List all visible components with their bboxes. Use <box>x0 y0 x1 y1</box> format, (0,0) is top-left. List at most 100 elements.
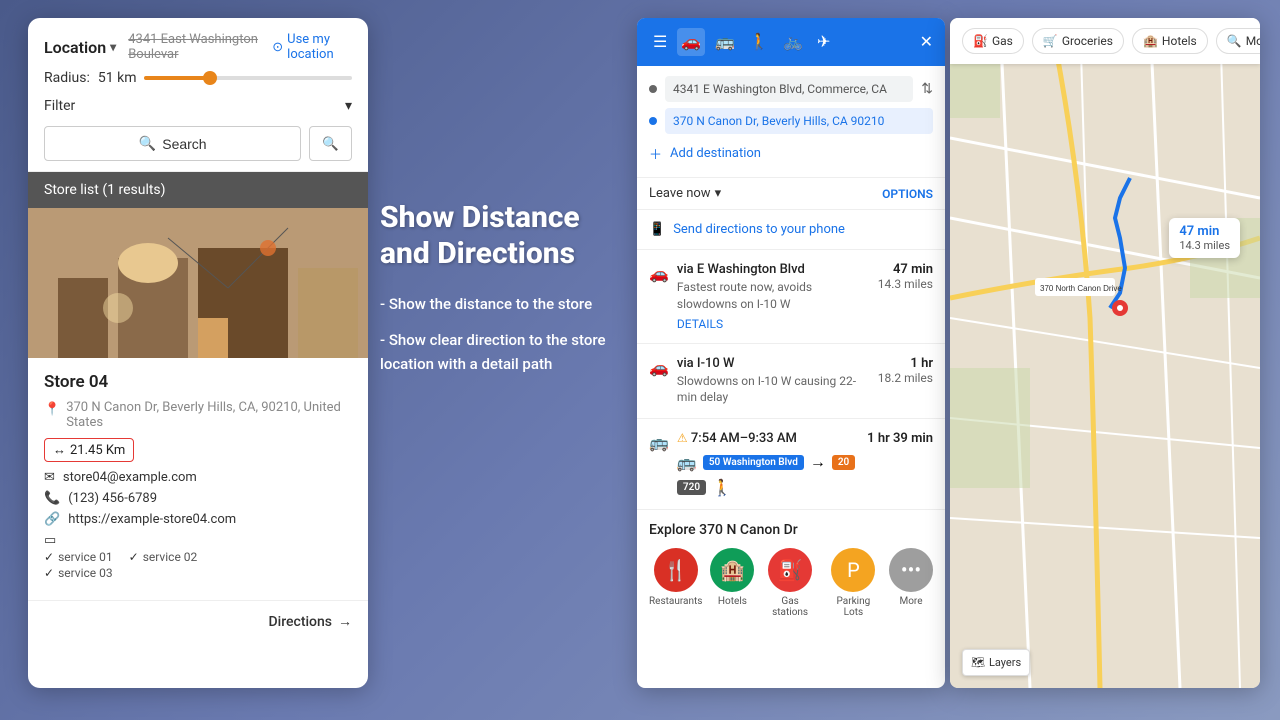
left-panel: Location ▾ 4341 East Washington Boulevar… <box>28 18 368 688</box>
radius-slider[interactable] <box>144 76 352 80</box>
store-phone: 📞 (123) 456-6789 <box>44 491 352 506</box>
gas-label: Gas stations <box>762 596 817 618</box>
filter-dropdown[interactable]: Filter ▾ <box>44 90 352 118</box>
arrow-right-icon: → <box>338 613 352 630</box>
route-header-2: 🚗 via I-10 W Slowdowns on I-10 W causing… <box>649 356 933 407</box>
walk-transit-icon: 🚶 <box>712 478 732 497</box>
add-destination-button[interactable]: ＋ Add destination <box>649 140 933 167</box>
distance-value: 21.45 Km <box>70 443 125 458</box>
radius-slider-thumb[interactable] <box>203 71 217 85</box>
directions-flight-button[interactable]: ✈ <box>813 28 834 56</box>
route-distance-2: 18.2 miles <box>878 371 933 385</box>
directions-walk-button[interactable]: 🚶 <box>745 28 773 56</box>
magnifier-icon: 🔍 <box>322 136 339 151</box>
explore-gas[interactable]: ⛽ Gas stations <box>762 548 817 618</box>
maps-header: ☰ 🚗 🚌 🚶 🚲 ✈ ✕ <box>637 18 945 66</box>
parking-label: Parking Lots <box>826 596 881 618</box>
search-icon-button[interactable]: 🔍 <box>309 126 352 161</box>
distance-icon: ↔ <box>53 442 66 458</box>
directions-bike-button[interactable]: 🚲 <box>779 28 807 56</box>
explore-title: Explore 370 N Canon Dr <box>649 522 933 538</box>
store-list-header: Store list (1 results) <box>28 172 368 208</box>
service-01: ✓ service 01 <box>44 550 113 564</box>
leave-now-label: Leave now <box>649 186 711 201</box>
directions-transit-button[interactable]: 🚌 <box>711 28 739 56</box>
explore-hotels[interactable]: 🏨 Hotels <box>710 548 754 618</box>
gas-chip[interactable]: ⛽ Gas <box>962 28 1024 54</box>
email-value: store04@example.com <box>63 470 197 485</box>
search-button[interactable]: 🔍 Search <box>44 126 301 161</box>
destination-input[interactable]: 370 N Canon Dr, Beverly Hills, CA 90210 <box>665 108 933 134</box>
layers-icon: 🗺 <box>971 656 985 669</box>
leave-now-chevron: ▾ <box>715 186 722 201</box>
phone-value: (123) 456-6789 <box>68 491 157 506</box>
subtitle-line-2: - Show clear direction to the store loca… <box>380 328 635 376</box>
menu-button[interactable]: ☰ <box>649 28 671 56</box>
layers-label: Layers <box>989 656 1021 669</box>
route-item-2: 🚗 via I-10 W Slowdowns on I-10 W causing… <box>637 344 945 420</box>
origin-row: 4341 E Washington Blvd, Commerce, CA ⇅ <box>649 76 933 102</box>
send-directions-button[interactable]: 📱 Send directions to your phone <box>637 210 945 250</box>
store-image-inner <box>28 208 368 358</box>
options-button[interactable]: OPTIONS <box>882 187 933 201</box>
parking-icon: P <box>831 548 875 592</box>
close-button[interactable]: ✕ <box>920 32 933 52</box>
location-dropdown[interactable]: Location ▾ <box>44 38 116 57</box>
more-chip[interactable]: 🔍 More <box>1216 28 1260 54</box>
search-icon: 🔍 <box>139 135 156 152</box>
car-icon-2: 🚗 <box>649 358 669 377</box>
service-03-label: service 03 <box>58 566 113 580</box>
route-name-3: ⚠ 7:54 AM–9:33 AM <box>677 431 859 446</box>
right-map: 370 North Canon Drive ⛽ Gas 🛒 Groceries … <box>950 18 1260 688</box>
destination-row: 370 N Canon Dr, Beverly Hills, CA 90210 <box>649 108 933 134</box>
swap-button[interactable]: ⇅ <box>921 81 933 97</box>
service-02-label: service 02 <box>143 550 198 564</box>
svg-text:370 North Canon Drive: 370 North Canon Drive <box>1040 284 1122 293</box>
center-title: Show Distance and Directions <box>380 200 635 272</box>
hotels-icon: 🏨 <box>710 548 754 592</box>
route-desc-1: Fastest route now, avoids slowdowns on I… <box>677 279 870 313</box>
service-02: ✓ service 02 <box>129 550 198 564</box>
transit-badge-3: 720 <box>677 480 706 495</box>
explore-section: Explore 370 N Canon Dr 🍴 Restaurants 🏨 H… <box>637 510 945 630</box>
use-location-button[interactable]: ⊙ Use my location <box>272 32 352 62</box>
info-distance: 14.3 miles <box>1179 239 1230 252</box>
directions-button[interactable]: Directions → <box>28 600 368 642</box>
route-details-button-1[interactable]: DETAILS <box>677 317 870 331</box>
arrow-transit: → <box>810 452 826 472</box>
email-icon: ✉ <box>44 470 55 485</box>
plus-icon: ＋ <box>649 144 662 163</box>
check-icon-2: ✓ <box>129 550 139 564</box>
send-directions-label: Send directions to your phone <box>673 222 845 237</box>
explore-icons: 🍴 Restaurants 🏨 Hotels ⛽ Gas stations P … <box>649 548 933 618</box>
service-01-label: service 01 <box>58 550 113 564</box>
directions-car-button[interactable]: 🚗 <box>677 28 705 56</box>
explore-more[interactable]: ••• More <box>889 548 933 618</box>
leave-now-button[interactable]: Leave now ▾ <box>649 186 721 201</box>
center-text-block: Show Distance and Directions - Show the … <box>380 200 635 388</box>
store-name: Store 04 <box>44 372 352 392</box>
store-image <box>28 208 368 358</box>
location-row: Location ▾ 4341 East Washington Boulevar… <box>44 32 352 62</box>
groceries-chip[interactable]: 🛒 Groceries <box>1032 28 1124 54</box>
explore-restaurants[interactable]: 🍴 Restaurants <box>649 548 702 618</box>
route-transit: 🚌 50 Washington Blvd → 20 720 🚶 <box>677 452 859 497</box>
route-time-3: 1 hr 39 min <box>867 431 933 446</box>
phone-icon: 📞 <box>44 491 60 506</box>
car-icon-1: 🚗 <box>649 264 669 283</box>
origin-input[interactable]: 4341 E Washington Blvd, Commerce, CA <box>665 76 913 102</box>
route-time-1: 47 min <box>878 262 933 277</box>
route-time-2: 1 hr <box>878 356 933 371</box>
route-name-2: via I-10 W <box>677 356 870 371</box>
subtitle-line-1: - Show the distance to the store <box>380 292 635 316</box>
layers-button[interactable]: 🗺 Layers <box>962 649 1030 676</box>
services-icon: ▭ <box>44 533 56 548</box>
maps-panel: ☰ 🚗 🚌 🚶 🚲 ✈ ✕ 4341 E Washington Blvd, Co… <box>637 18 945 688</box>
explore-parking[interactable]: P Parking Lots <box>826 548 881 618</box>
hotels-chip[interactable]: 🏨 Hotels <box>1132 28 1208 54</box>
search-row: 🔍 Search 🔍 <box>44 126 352 161</box>
store-address-text: 370 N Canon Dr, Beverly Hills, CA, 90210… <box>66 400 352 430</box>
store-image-svg <box>28 208 368 358</box>
more-icon: ••• <box>889 548 933 592</box>
store-address: 📍 370 N Canon Dr, Beverly Hills, CA, 902… <box>44 400 352 430</box>
